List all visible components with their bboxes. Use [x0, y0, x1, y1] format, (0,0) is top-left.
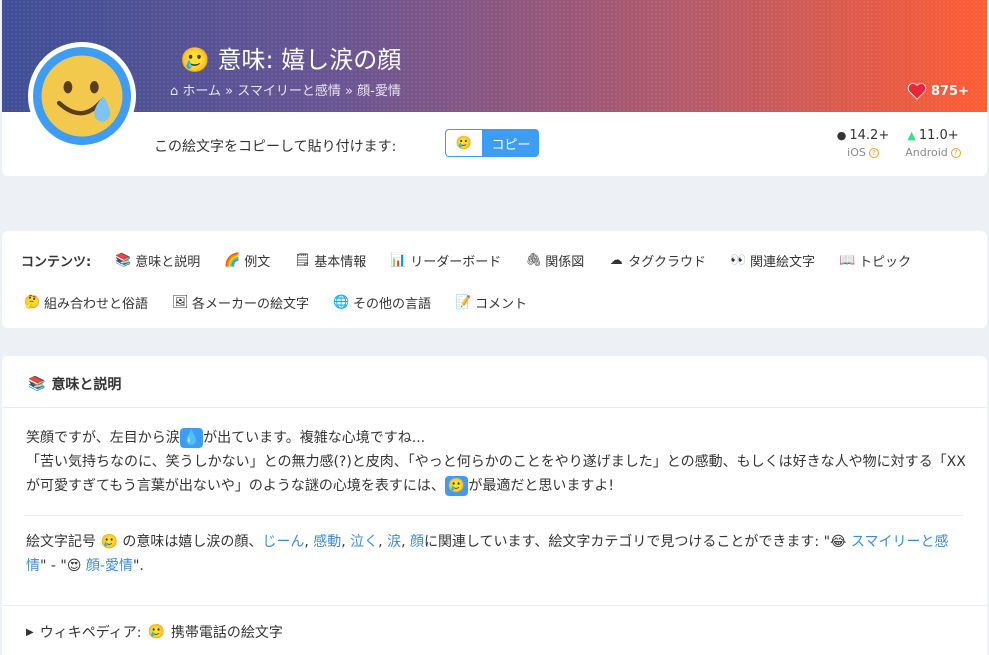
- tears-of-joy-icon: 😂: [830, 534, 847, 550]
- symbol-paragraph: 絵文字記号 🥲 の意味は嬉し涙の顔、じーん, 感動, 泣く, 涙, 顔に関連して…: [26, 534, 949, 574]
- help-icon[interactable]: ?: [868, 147, 879, 158]
- picture-icon: 🖼: [172, 295, 189, 310]
- copy-button[interactable]: コピー: [483, 129, 539, 157]
- memo-icon: 📝: [455, 295, 472, 310]
- nav-item-comments[interactable]: 📝 コメント: [455, 293, 527, 312]
- apple-icon: ●: [836, 129, 847, 142]
- books-icon: 📚: [115, 253, 132, 268]
- contents-row-1: コンテンツ: 📚 意味と説明 🌈 例文 🗒 基本情報 📊 リーダーボード 🖇 関係図 ☁ タ…: [21, 251, 935, 270]
- home-icon: ⌂: [170, 84, 179, 99]
- wikipedia-toggle[interactable]: ▶ ウィキペディア: 🥲 携帯電話の絵文字: [26, 622, 283, 642]
- like-count: 875+: [930, 83, 969, 99]
- books-icon: 📚: [28, 376, 46, 392]
- contents-nav-card: コンテンツ: 📚 意味と説明 🌈 例文 🗒 基本情報 📊 リーダーボード 🖇 関係図 ☁ タ…: [2, 231, 987, 328]
- nav-item-leaderboard[interactable]: 📊 リーダーボード: [390, 251, 501, 270]
- nav-item-vendors[interactable]: 🖼 各メーカーの絵文字: [172, 293, 309, 312]
- nav-item-combos[interactable]: 🤔 組み合わせと俗語: [24, 293, 148, 312]
- android-icon: ▲: [907, 129, 916, 142]
- tag-link[interactable]: 感動: [313, 534, 341, 550]
- title-text: 意味: 嬉し涙の顔: [217, 46, 402, 74]
- section-heading: 📚 意味と説明: [28, 376, 122, 393]
- tag-link[interactable]: 顔: [410, 534, 424, 550]
- divider: [24, 515, 964, 516]
- nav-item-examples[interactable]: 🌈 例文: [224, 251, 270, 270]
- title-emoji: 🥲: [180, 46, 210, 74]
- contents-row-2: 🤔 組み合わせと俗語 🖼 各メーカーの絵文字 🌐 その他の言語 📝 コメント: [24, 293, 551, 312]
- book-icon: 📖: [839, 253, 856, 268]
- help-icon[interactable]: ?: [950, 147, 961, 158]
- tag-link[interactable]: 泣く: [350, 534, 378, 550]
- copy-emoji-field[interactable]: 🥲: [445, 129, 483, 157]
- breadcrumb: ⌂ ホーム » スマイリーと感情 » 顔-愛情: [170, 84, 401, 99]
- android-version: ▲ 11.0+ Android?: [898, 128, 968, 159]
- meaning-card: 📚 意味と説明 笑顔ですが、左目から涙 💧 が出ています。複雑な心境ですね... 「…: [2, 356, 987, 655]
- nav-item-languages[interactable]: 🌐 その他の言語: [333, 293, 431, 312]
- divider: [2, 605, 987, 606]
- notepad-icon: 🗒: [294, 253, 311, 268]
- meaning-paragraph: 笑顔ですが、左目から涙 💧 が出ています。複雑な心境ですね... 「苦い気持ちなのに…: [26, 428, 966, 496]
- triangle-right-icon: ▶: [26, 626, 34, 638]
- page-title: 🥲 意味: 嬉し涙の顔: [180, 40, 401, 75]
- divider: [2, 407, 987, 408]
- nav-item-topics[interactable]: 📖 トピック: [839, 251, 911, 270]
- smiling-face-with-tear-icon: [41, 55, 123, 137]
- copy-group: 🥲 コピー: [445, 129, 539, 157]
- ios-version: ● 14.2+ iOS?: [836, 128, 890, 159]
- nav-item-relations[interactable]: 🖇 関係図: [525, 251, 584, 270]
- tag-link[interactable]: じーん: [262, 534, 304, 550]
- heart-icon: [907, 83, 927, 100]
- breadcrumb-category[interactable]: スマイリーと感情: [237, 84, 341, 99]
- breadcrumb-home[interactable]: ホーム: [182, 84, 221, 99]
- inline-emoji[interactable]: 🥲: [444, 476, 469, 496]
- nav-item-meaning[interactable]: 📚 意味と説明: [115, 251, 200, 270]
- nav-item-tag-cloud[interactable]: ☁ タグクラウド: [608, 251, 706, 270]
- emoji-avatar: [28, 42, 136, 150]
- tag-link[interactable]: 涙: [387, 534, 401, 550]
- heart-eyes-icon: 😍: [66, 558, 82, 574]
- like-button[interactable]: 875+: [907, 82, 969, 100]
- contents-title: コンテンツ:: [21, 255, 92, 270]
- nav-item-basic-info[interactable]: 🗒 基本情報: [294, 251, 366, 270]
- cloud-icon: ☁: [609, 253, 623, 268]
- nav-item-related[interactable]: 👀 関連絵文字: [730, 251, 815, 270]
- emoji-header-card: 🥲 意味: 嬉し涙の顔 ⌂ ホーム » スマイリーと感情 » 顔-愛情 875+…: [2, 0, 987, 176]
- thinking-face-icon: 🤔: [24, 295, 41, 310]
- globe-icon: 🌐: [333, 295, 350, 310]
- breadcrumb-subcategory[interactable]: 顔-愛情: [357, 84, 401, 99]
- subcategory-link[interactable]: 顔-愛情: [86, 558, 133, 574]
- header-banner: [2, 0, 987, 112]
- bar-chart-icon: 📊: [390, 253, 407, 268]
- rainbow-icon: 🌈: [224, 253, 241, 268]
- droplet-icon[interactable]: 💧: [179, 428, 204, 448]
- paperclip-icon: 🖇: [525, 253, 542, 268]
- copy-label: この絵文字をコピーして貼り付けます:: [154, 139, 397, 155]
- eyes-icon: 👀: [730, 253, 747, 268]
